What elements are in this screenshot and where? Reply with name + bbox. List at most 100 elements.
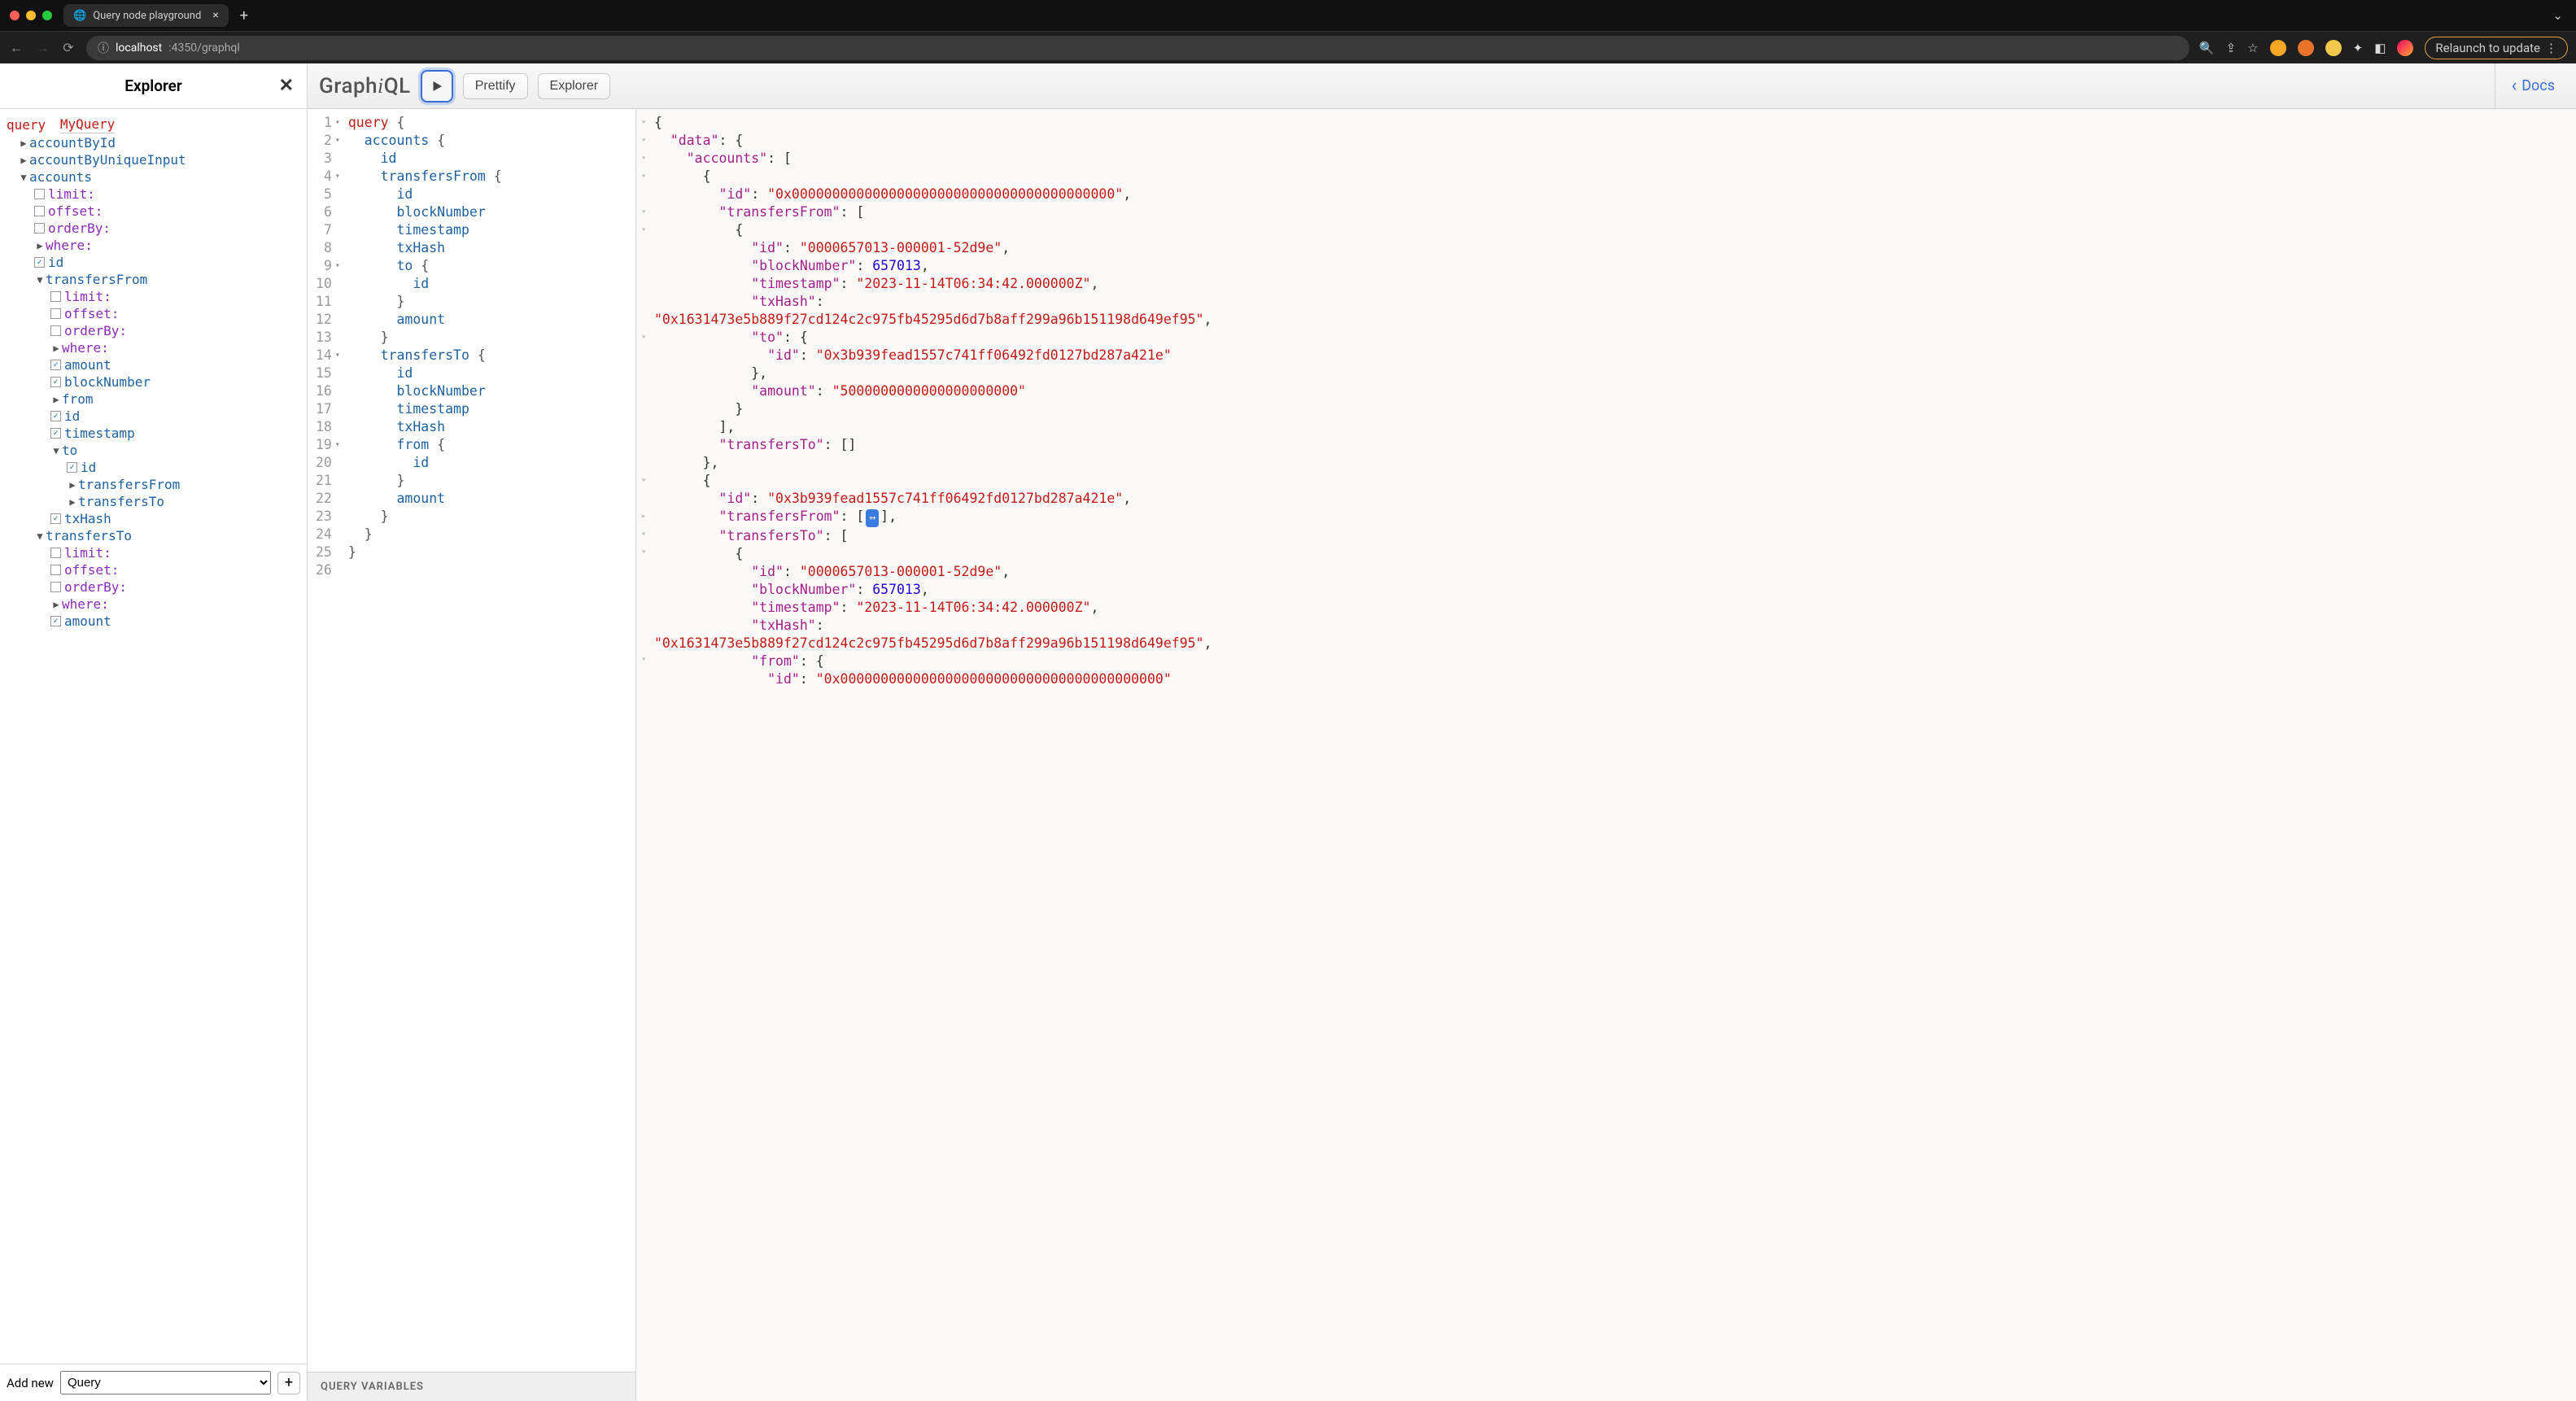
- tree-item[interactable]: limit:: [7, 544, 303, 561]
- tree-item[interactable]: ▼transfersTo: [7, 527, 303, 544]
- tree-label: transfersTo: [46, 528, 132, 543]
- forward-icon[interactable]: →: [34, 40, 50, 56]
- checkbox[interactable]: [50, 428, 61, 439]
- explorer-body[interactable]: query MyQuery ▶accountById▶accountByUniq…: [0, 109, 307, 1364]
- editor-result-split: 1▾2▾34▾56789▾1011121314▾1516171819▾20212…: [308, 109, 2576, 1401]
- tree-item[interactable]: ▶where:: [7, 237, 303, 254]
- checkbox[interactable]: [50, 308, 61, 319]
- tree-label: where:: [46, 238, 93, 253]
- maximize-window-icon[interactable]: [42, 11, 52, 20]
- tree-item[interactable]: ▶transfersTo: [7, 493, 303, 510]
- window-controls[interactable]: [7, 11, 59, 20]
- tree-label: amount: [64, 357, 111, 373]
- tree-item[interactable]: orderBy:: [7, 322, 303, 339]
- back-icon[interactable]: ←: [8, 40, 24, 56]
- checkbox[interactable]: [50, 565, 61, 575]
- extension-icon-3[interactable]: [2325, 40, 2342, 56]
- tree-item[interactable]: amount: [7, 356, 303, 373]
- caret-icon: ▼: [50, 445, 62, 456]
- more-icon: ⋮: [2545, 41, 2557, 55]
- operation-name-input[interactable]: MyQuery: [60, 116, 115, 133]
- browser-tab[interactable]: 🌐 Query node playground ×: [63, 4, 229, 27]
- tree-label: accountByUniqueInput: [29, 152, 186, 168]
- execute-button[interactable]: [421, 70, 453, 103]
- checkbox[interactable]: [34, 223, 45, 234]
- extension-icon-2[interactable]: [2298, 40, 2314, 56]
- site-info-icon[interactable]: ⓘ: [98, 40, 109, 56]
- tree-item[interactable]: id: [7, 254, 303, 271]
- tree-item[interactable]: blockNumber: [7, 373, 303, 391]
- tree-item[interactable]: orderBy:: [7, 220, 303, 237]
- bookmark-icon[interactable]: ☆: [2247, 41, 2258, 55]
- tree-item[interactable]: offset:: [7, 203, 303, 220]
- prettify-button[interactable]: Prettify: [463, 73, 528, 99]
- tree-item[interactable]: ▶where:: [7, 339, 303, 356]
- checkbox[interactable]: [50, 513, 61, 524]
- relaunch-label: Relaunch to update: [2435, 41, 2540, 55]
- tree-item[interactable]: ▶where:: [7, 596, 303, 613]
- tree-item[interactable]: ▼accounts: [7, 168, 303, 185]
- profile-avatar[interactable]: [2397, 40, 2413, 56]
- close-window-icon[interactable]: [10, 11, 20, 20]
- tree-item[interactable]: txHash: [7, 510, 303, 527]
- docs-label: Docs: [2521, 77, 2555, 94]
- line-gutter: 1▾2▾34▾56789▾1011121314▾1516171819▾20212…: [308, 109, 345, 1372]
- checkbox[interactable]: [50, 325, 61, 336]
- checkbox[interactable]: [50, 548, 61, 558]
- checkbox[interactable]: [34, 257, 45, 268]
- docs-button[interactable]: ‹ Docs: [2495, 63, 2565, 108]
- share-icon[interactable]: ⇪: [2226, 41, 2237, 55]
- query-editor[interactable]: 1▾2▾34▾56789▾1011121314▾1516171819▾20212…: [308, 109, 635, 1372]
- tree-item[interactable]: ▶from: [7, 391, 303, 408]
- caret-icon: ▶: [50, 599, 62, 610]
- url-input[interactable]: ⓘ localhost:4350/graphql: [86, 36, 2190, 60]
- tree-item[interactable]: ▶accountByUniqueInput: [7, 151, 303, 168]
- tree-label: limit:: [48, 186, 95, 202]
- extensions-puzzle-icon[interactable]: ✦: [2353, 41, 2364, 55]
- tree-label: to: [62, 443, 77, 458]
- tree-item[interactable]: ▼transfersFrom: [7, 271, 303, 288]
- checkbox[interactable]: [50, 616, 61, 626]
- tree-label: amount: [64, 613, 111, 629]
- tree-item[interactable]: ▶accountById: [7, 134, 303, 151]
- close-explorer-icon[interactable]: ✕: [279, 76, 294, 96]
- query-variables-bar[interactable]: QUERY VARIABLES: [308, 1372, 635, 1401]
- explorer-button[interactable]: Explorer: [538, 73, 611, 99]
- checkbox[interactable]: [67, 462, 77, 473]
- checkbox[interactable]: [50, 291, 61, 302]
- add-new-button[interactable]: +: [277, 1372, 300, 1394]
- checkbox[interactable]: [34, 189, 45, 199]
- tree-item[interactable]: id: [7, 408, 303, 425]
- tree-item[interactable]: offset:: [7, 561, 303, 578]
- reload-icon[interactable]: ⟳: [60, 40, 76, 55]
- tree-item[interactable]: orderBy:: [7, 578, 303, 596]
- checkbox[interactable]: [50, 360, 61, 370]
- tree-label: offset:: [64, 562, 119, 578]
- tree-item[interactable]: id: [7, 459, 303, 476]
- explorer-pane: Explorer ✕ query MyQuery ▶accountById▶ac…: [0, 63, 308, 1401]
- checkbox[interactable]: [50, 411, 61, 421]
- tree-item[interactable]: offset:: [7, 305, 303, 322]
- close-tab-icon[interactable]: ×: [212, 9, 218, 22]
- add-new-select[interactable]: Query: [60, 1371, 271, 1394]
- tree-label: orderBy:: [48, 220, 111, 236]
- zoom-icon[interactable]: 🔍: [2199, 41, 2215, 55]
- tree-item[interactable]: limit:: [7, 288, 303, 305]
- tree-item[interactable]: ▶transfersFrom: [7, 476, 303, 493]
- result-viewer[interactable]: ▾▾▾▾▾▾▾▾▸▾▾▾ { "data": { "accounts": [ {…: [636, 109, 2576, 1401]
- tree-item[interactable]: limit:: [7, 185, 303, 203]
- checkbox[interactable]: [34, 206, 45, 216]
- checkbox[interactable]: [50, 582, 61, 592]
- expand-array-pill[interactable]: ↔: [866, 509, 879, 527]
- tree-item[interactable]: amount: [7, 613, 303, 630]
- checkbox[interactable]: [50, 377, 61, 387]
- relaunch-button[interactable]: Relaunch to update ⋮: [2425, 37, 2568, 59]
- tree-item[interactable]: ▼to: [7, 442, 303, 459]
- tab-list-dropdown-icon[interactable]: ⌄: [2546, 5, 2569, 26]
- panel-icon[interactable]: ◧: [2374, 41, 2386, 55]
- extension-icon-1[interactable]: [2270, 40, 2286, 56]
- code-lines[interactable]: query { accounts { id transfersFrom { id…: [345, 109, 505, 1372]
- minimize-window-icon[interactable]: [26, 11, 36, 20]
- new-tab-button[interactable]: +: [234, 4, 255, 28]
- tree-item[interactable]: timestamp: [7, 425, 303, 442]
